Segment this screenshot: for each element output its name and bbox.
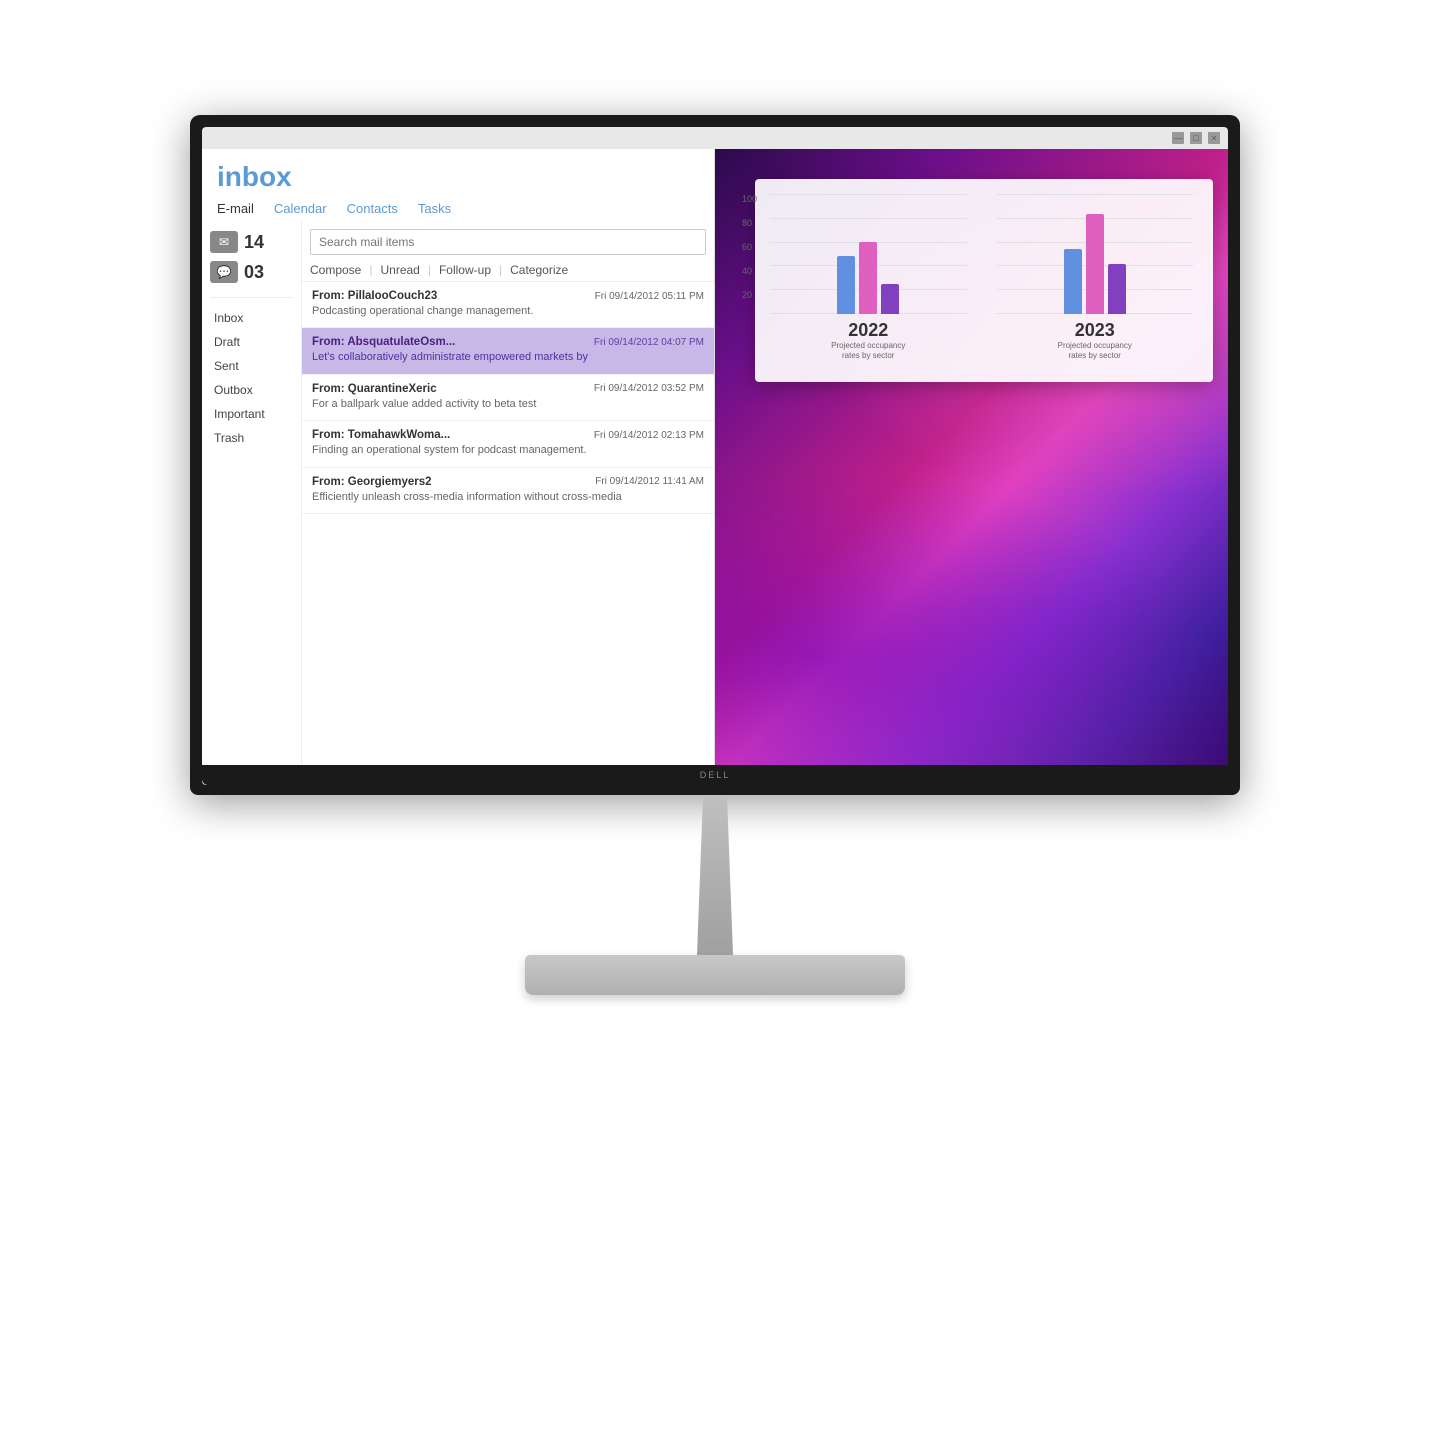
separator-2: | (428, 263, 431, 277)
sidebar-item-sent[interactable]: Sent (210, 356, 293, 376)
minimize-button[interactable]: — (1172, 132, 1184, 144)
monitor: — □ × inbox E-mail Calendar Contacts Tas… (165, 115, 1265, 1315)
sidebar-item-trash[interactable]: Trash (210, 428, 293, 448)
categorize-button[interactable]: Categorize (510, 263, 568, 277)
email-item[interactable]: From: Georgiemyers2 Fri 09/14/2012 11:41… (302, 468, 714, 514)
screen-content: inbox E-mail Calendar Contacts Tasks ✉ (202, 149, 1228, 785)
dell-logo: DELL (700, 770, 731, 780)
chart-section-2023: 2023 Projected occupancyrates by sector (997, 194, 1194, 362)
chart-bar (859, 242, 877, 314)
sidebar-item-inbox[interactable]: Inbox (210, 308, 293, 328)
maximize-button[interactable]: □ (1190, 132, 1202, 144)
chart-year-label: 2022 (848, 320, 888, 341)
nav-calendar[interactable]: Calendar (274, 201, 327, 216)
title-bar: — □ × (202, 127, 1228, 149)
sidebar-item-draft[interactable]: Draft (210, 332, 293, 352)
chart-desc: Projected occupancyrates by sector (831, 341, 905, 362)
sidebar-item-important[interactable]: Important (210, 404, 293, 424)
email-item[interactable]: From: TomahawkWoma... Fri 09/14/2012 02:… (302, 421, 714, 467)
monitor-stand-neck (685, 795, 745, 955)
nav-contacts[interactable]: Contacts (347, 201, 398, 216)
chart-bars: 10080604020 (770, 194, 967, 314)
chart-desc: Projected occupancyrates by sector (1058, 341, 1132, 362)
email-body: ✉ 14 💬 03 Inbox Draft Sent Outbox (202, 221, 714, 785)
compose-button[interactable]: Compose (310, 263, 361, 277)
email-item[interactable]: From: PillaIooCouch23 Fri 09/14/2012 05:… (302, 282, 714, 328)
chart-bar (1086, 214, 1104, 314)
separator-1: | (369, 263, 372, 277)
monitor-stand-base (525, 955, 905, 995)
separator-3: | (499, 263, 502, 277)
chart-bar (881, 284, 899, 314)
message-count: 03 (244, 262, 264, 283)
email-header: inbox E-mail Calendar Contacts Tasks (202, 149, 714, 221)
chart-bar (1108, 264, 1126, 314)
sidebar-divider (210, 297, 293, 298)
email-list: From: PillaIooCouch23 Fri 09/14/2012 05:… (302, 282, 714, 785)
sidebar: ✉ 14 💬 03 Inbox Draft Sent Outbox (202, 221, 302, 785)
email-app: inbox E-mail Calendar Contacts Tasks ✉ (202, 149, 715, 785)
chart-section-2022: 10080604020 2022 Projected occupancyrate… (770, 194, 967, 362)
email-count: 14 (244, 232, 264, 253)
email-badge-row: ✉ 14 (210, 231, 293, 253)
chart-bar (837, 256, 855, 314)
nav-tasks[interactable]: Tasks (418, 201, 451, 216)
message-icon: 💬 (210, 261, 238, 283)
bottom-bezel: DELL (202, 765, 1228, 785)
message-badge-row: 💬 03 (210, 261, 293, 283)
search-input[interactable] (310, 229, 706, 255)
email-main-panel: Compose | Unread | Follow-up | Categoriz… (302, 221, 714, 785)
sidebar-item-outbox[interactable]: Outbox (210, 380, 293, 400)
email-nav: E-mail Calendar Contacts Tasks (217, 201, 699, 216)
chart-area: 10080604020 2022 Projected occupancyrate… (770, 194, 1193, 362)
email-item[interactable]: From: AbsquatulateOsm... Fri 09/14/2012 … (302, 328, 714, 374)
monitor-body: — □ × inbox E-mail Calendar Contacts Tas… (190, 115, 1240, 795)
chart-bar (1064, 249, 1082, 314)
chart-year-label: 2023 (1075, 320, 1115, 341)
screen-bezel: — □ × inbox E-mail Calendar Contacts Tas… (202, 127, 1228, 785)
app-title: inbox (217, 161, 699, 193)
chart-overlay: 10080604020 2022 Projected occupancyrate… (755, 179, 1213, 382)
nav-email[interactable]: E-mail (217, 201, 254, 216)
unread-button[interactable]: Unread (380, 263, 419, 277)
chart-y-labels: 10080604020 (742, 194, 757, 314)
close-button[interactable]: × (1208, 132, 1220, 144)
chart-bars (997, 194, 1194, 314)
toolbar: Compose | Unread | Follow-up | Categoriz… (302, 259, 714, 282)
email-item[interactable]: From: QuarantineXeric Fri 09/14/2012 03:… (302, 375, 714, 421)
email-icon: ✉ (210, 231, 238, 253)
wallpaper-side: 10080604020 2022 Projected occupancyrate… (715, 149, 1228, 785)
followup-button[interactable]: Follow-up (439, 263, 491, 277)
